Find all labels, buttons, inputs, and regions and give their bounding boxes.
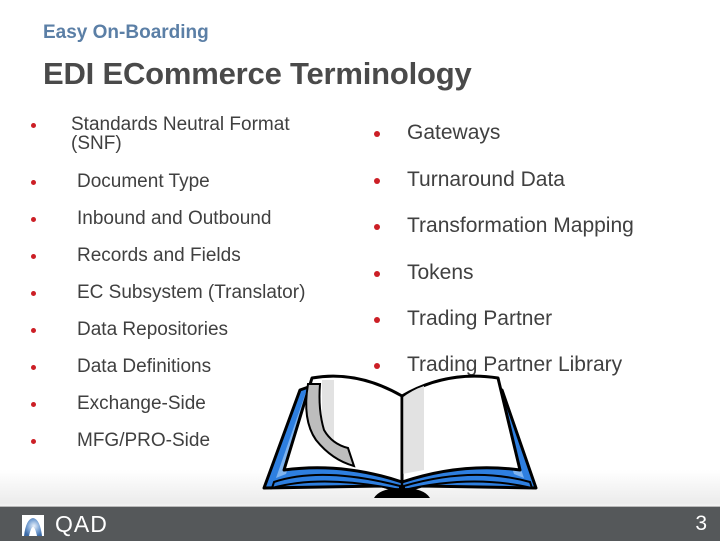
list-item-label: Document Type xyxy=(77,171,210,192)
bullet-icon xyxy=(31,439,36,444)
bullet-icon xyxy=(31,402,36,407)
list-item-label: Gateways xyxy=(407,121,501,144)
list-item-label: Trading Partner xyxy=(407,307,553,330)
bullet-icon xyxy=(374,131,380,137)
list-item-label: Data Repositories xyxy=(77,319,229,340)
qad-logo-text: QAD xyxy=(55,511,108,537)
open-book-icon xyxy=(262,374,538,498)
list-item-label: Exchange-Side xyxy=(77,393,206,414)
qad-logo-icon xyxy=(22,515,44,536)
list-item: Exchange-Side xyxy=(31,393,206,415)
list-item: Tokens xyxy=(374,261,474,285)
list-item: Document Type xyxy=(31,171,210,193)
footer-bar: QAD 3 xyxy=(0,506,720,541)
list-item-label-continued: (SNF) xyxy=(71,133,122,154)
page-title: EDI ECommerce Terminology xyxy=(43,56,472,91)
bullet-icon xyxy=(374,317,380,323)
list-item-label: Tokens xyxy=(407,261,474,284)
list-item-label: Data Definitions xyxy=(77,356,212,377)
bullet-icon xyxy=(31,291,36,296)
list-item: Data Definitions xyxy=(31,356,212,378)
bullet-icon xyxy=(374,178,380,184)
section-label: Easy On-Boarding xyxy=(43,22,209,43)
list-item: Trading Partner xyxy=(374,307,553,331)
list-item: Gateways xyxy=(374,121,501,145)
list-item-label: Inbound and Outbound xyxy=(77,208,272,229)
bullet-icon xyxy=(31,123,36,128)
list-item: Standards Neutral Format (SNF) xyxy=(31,114,290,154)
list-item: EC Subsystem (Translator) xyxy=(31,282,306,304)
list-item: Data Repositories xyxy=(31,319,229,341)
bullet-icon xyxy=(31,254,36,259)
list-item-label: EC Subsystem (Translator) xyxy=(77,282,306,303)
bullet-icon xyxy=(374,224,380,230)
list-item: Transformation Mapping xyxy=(374,214,634,238)
list-item-label: Standards Neutral Format xyxy=(71,114,290,135)
list-item-label: Turnaround Data xyxy=(407,168,565,191)
list-item: MFG/PRO-Side xyxy=(31,430,211,452)
bullet-icon xyxy=(31,180,36,185)
bullet-icon xyxy=(31,217,36,222)
list-item-label: MFG/PRO-Side xyxy=(77,430,211,451)
list-item: Turnaround Data xyxy=(374,168,565,192)
bullet-icon xyxy=(31,365,36,370)
list-item: Records and Fields xyxy=(31,245,241,267)
bullet-icon xyxy=(374,363,380,369)
list-item-label: Records and Fields xyxy=(77,245,241,266)
bullet-icon xyxy=(374,271,380,277)
page-number: 3 xyxy=(695,512,707,535)
bullet-icon xyxy=(31,328,36,333)
list-item: Inbound and Outbound xyxy=(31,208,272,230)
list-item-label: Transformation Mapping xyxy=(407,214,634,237)
